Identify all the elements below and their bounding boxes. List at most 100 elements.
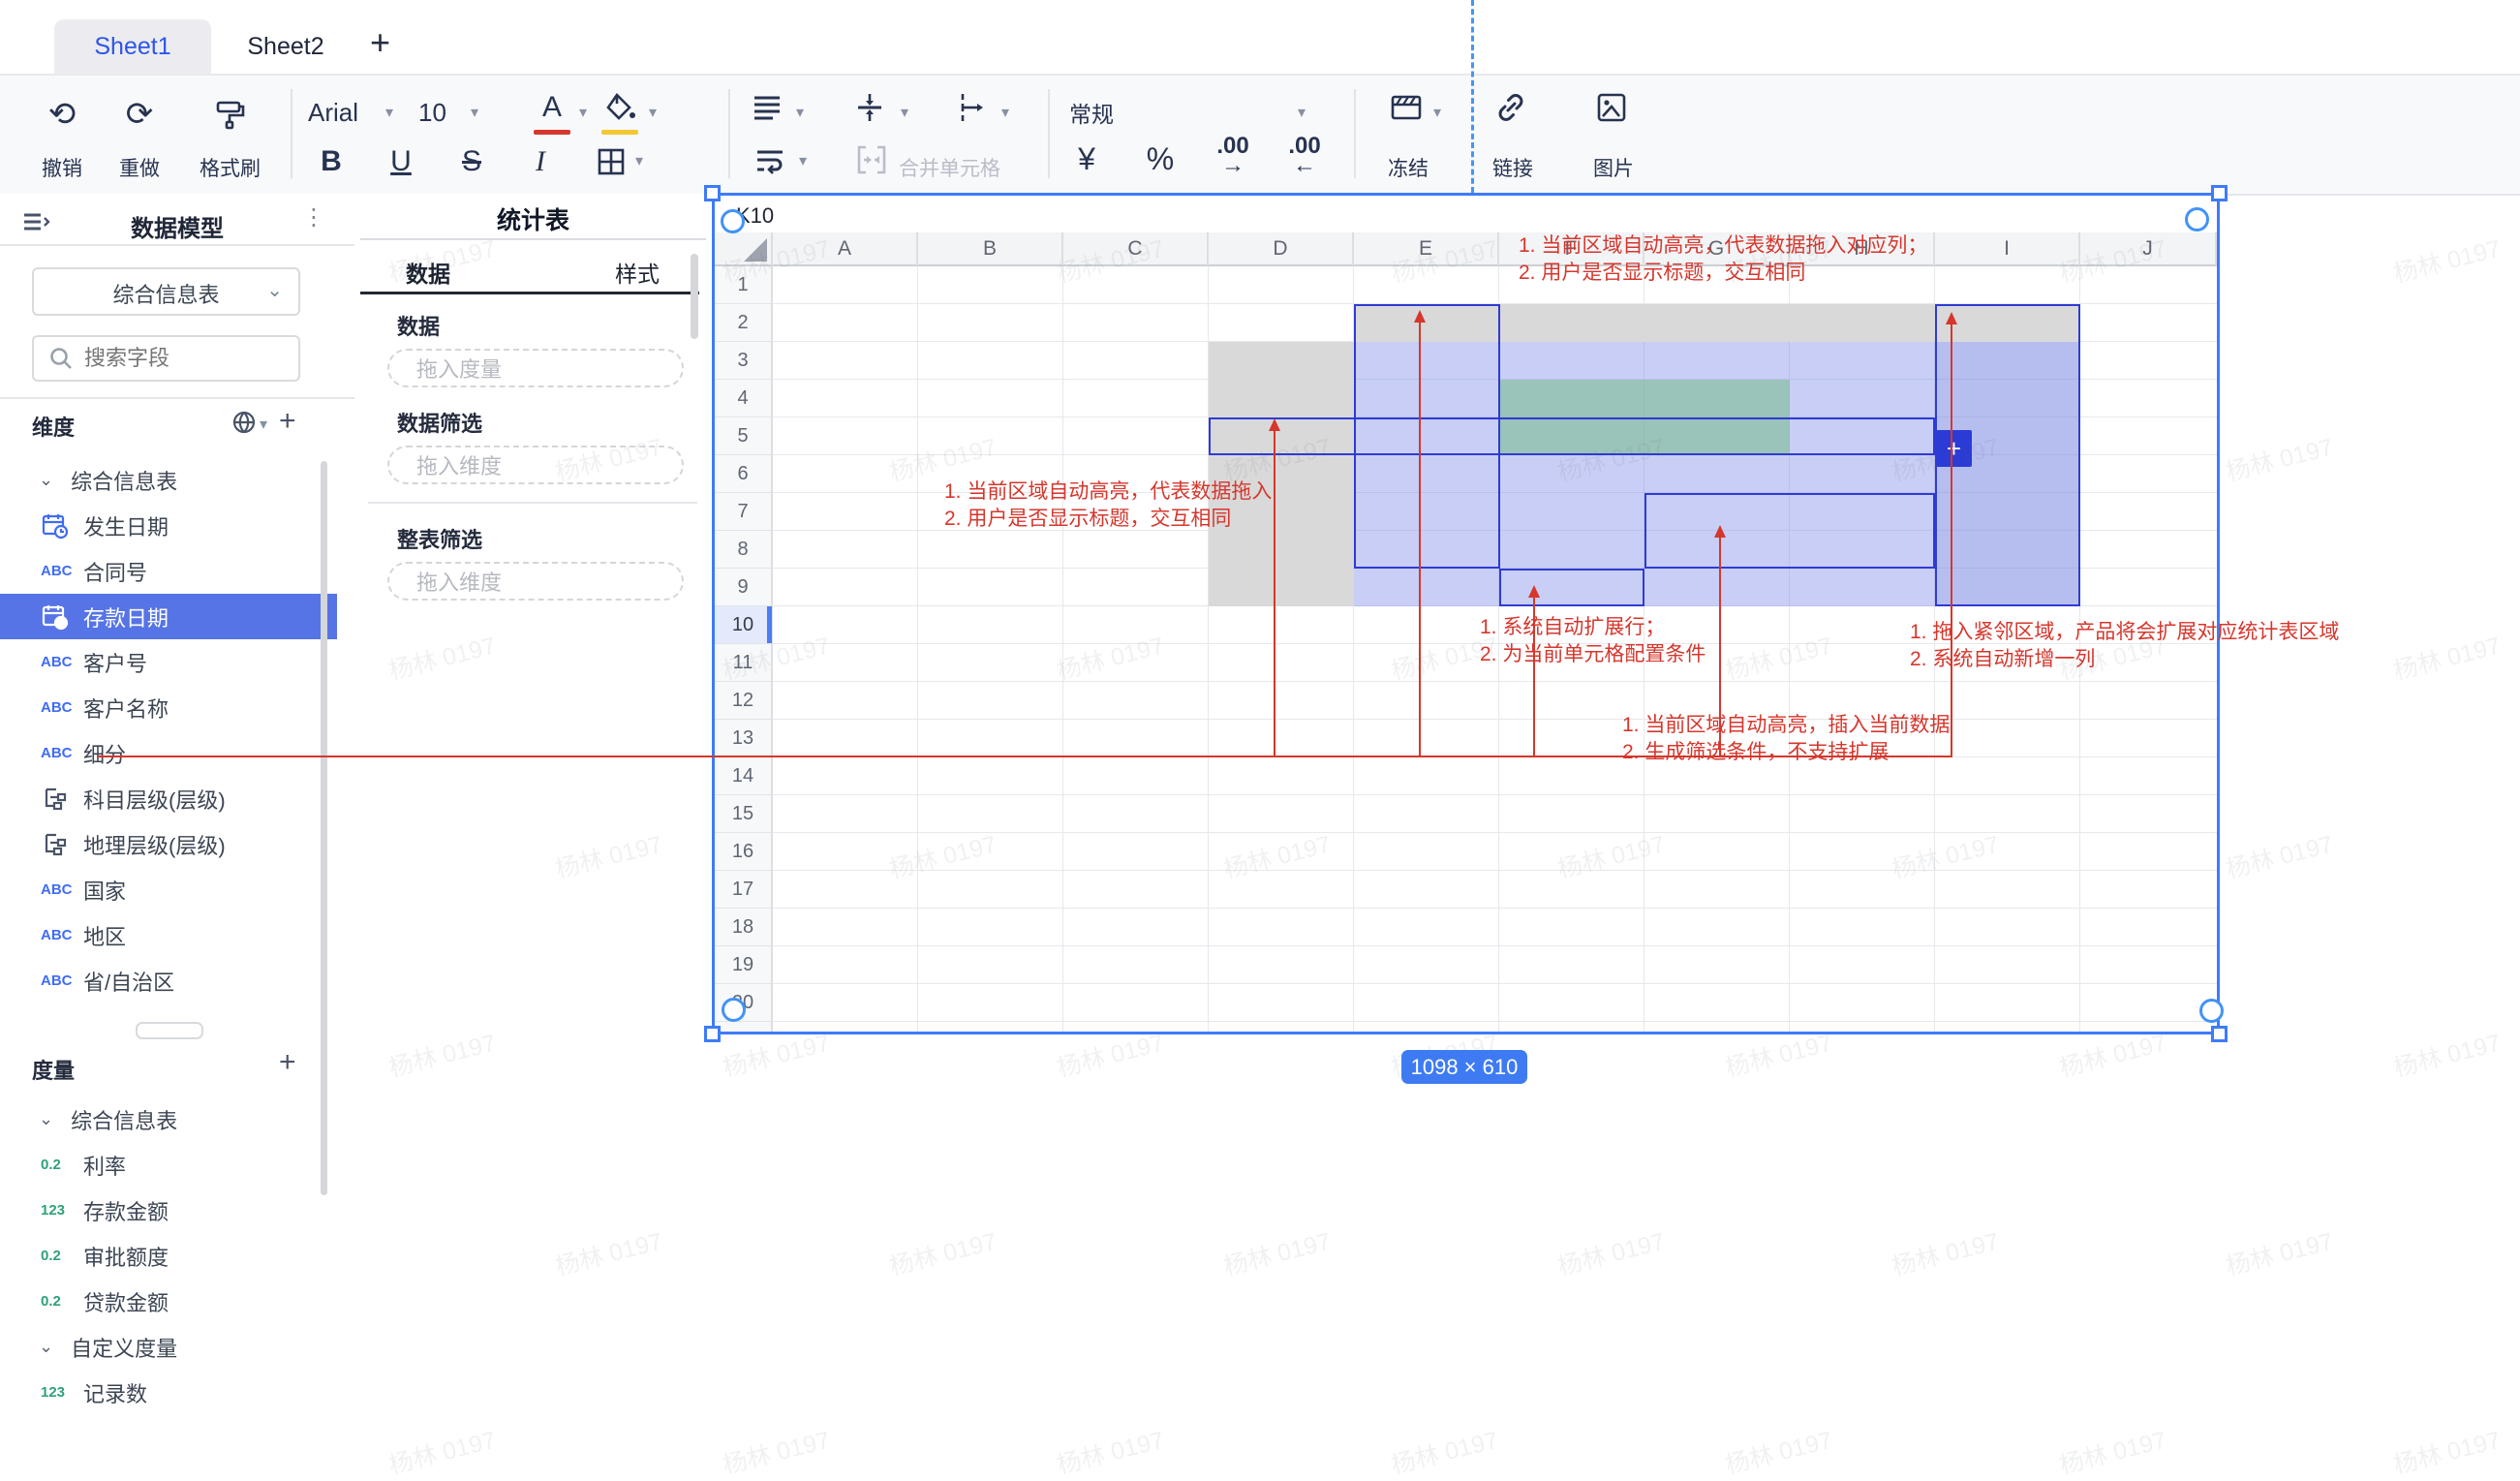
font-size-select[interactable]: 10 [418,93,446,132]
strikethrough-button[interactable]: S [454,141,489,182]
horizontal-align-chevron-icon[interactable]: ▾ [796,103,804,122]
row-header-5[interactable]: 5 [715,417,773,455]
row-header-21[interactable]: 21 [715,1022,773,1032]
row-header-17[interactable]: 17 [715,871,773,909]
tab-data[interactable]: 数据 [399,256,457,289]
italic-button[interactable]: I [523,141,558,182]
horizontal-align-icon[interactable] [746,87,788,128]
row-header-13[interactable]: 13 [715,720,773,757]
drop-tablefilter-zone[interactable]: 拖入维度 [387,562,684,601]
column-header-G[interactable]: G [1644,232,1790,266]
dimension-item-科目层级(层级)[interactable]: 科目层级(层级) [0,776,337,821]
tab-style[interactable]: 样式 [608,256,666,289]
measure-item-贷款金额[interactable]: 0.2贷款金额 [0,1279,337,1324]
row-header-1[interactable]: 1 [715,266,773,304]
font-family-chevron-icon[interactable]: ▾ [385,103,393,122]
text-direction-chevron-icon[interactable]: ▾ [1001,103,1009,122]
add-dimension-button[interactable]: + [279,405,296,438]
borders-icon[interactable] [591,141,631,182]
sidebar-scrollbar[interactable] [321,461,327,1195]
currency-button[interactable]: ¥ [1067,138,1106,180]
measure-item-审批额度[interactable]: 0.2审批额度 [0,1233,337,1279]
font-family-select[interactable]: Arial [308,93,358,132]
redo-icon[interactable]: ⟳ [116,93,163,136]
text-color-chevron-icon[interactable]: ▾ [579,103,587,122]
add-measure-button[interactable]: + [279,1046,296,1079]
dimension-item-国家[interactable]: ABC国家 [0,867,337,912]
row-header-2[interactable]: 2 [715,304,773,342]
group-综合信息表[interactable]: ⌄综合信息表 [0,1096,337,1142]
row-header-4[interactable]: 4 [715,380,773,417]
row-header-18[interactable]: 18 [715,909,773,946]
image-icon[interactable] [1590,87,1633,128]
link-icon[interactable] [1490,87,1532,128]
drop-measure-zone[interactable]: 拖入度量 [387,349,684,387]
column-header-B[interactable]: B [918,232,1063,266]
measure-item-存款金额[interactable]: 123存款金额 [0,1188,337,1233]
dimension-item-地区[interactable]: ABC地区 [0,912,337,958]
row-header-10[interactable]: 10 [715,606,773,644]
freeze-icon[interactable] [1385,87,1428,128]
resize-handle-top-right[interactable] [2211,185,2228,201]
dimension-item-客户号[interactable]: ABC客户号 [0,639,337,685]
row-header-6[interactable]: 6 [715,455,773,493]
column-header-H[interactable]: H [1790,232,1935,266]
text-color-button[interactable]: A [535,87,569,128]
dimension-item-存款日期[interactable]: 存款日期 [0,594,337,639]
fill-color-chevron-icon[interactable]: ▾ [649,103,657,122]
dimension-item-合同号[interactable]: ABC合同号 [0,548,337,594]
rotate-handle-top-right[interactable] [2185,207,2209,231]
spreadsheet-canvas[interactable]: K10 ABCDEFGHIJ 1234567891011121314151617… [712,193,2220,1034]
vertical-align-icon[interactable] [848,87,891,128]
freeze-chevron-icon[interactable]: ▾ [1433,103,1441,122]
column-header-F[interactable]: F [1499,232,1644,266]
sidebar-menu-icon[interactable]: ⋮ [302,203,326,231]
text-direction-icon[interactable] [949,87,992,128]
add-column-button[interactable]: + [1936,430,1972,467]
merge-cells-icon[interactable] [850,139,893,180]
select-all-corner[interactable] [715,232,773,266]
borders-chevron-icon[interactable]: ▾ [635,151,643,170]
resize-handle-bottom-left[interactable] [704,1026,721,1042]
rotate-handle-bottom-right[interactable] [2199,999,2224,1023]
column-header-A[interactable]: A [773,232,918,266]
column-header-J[interactable]: J [2080,232,2217,266]
row-header-15[interactable]: 15 [715,795,773,833]
rotate-handle-top-left[interactable] [721,209,745,233]
section-resize-handle[interactable] [136,1022,203,1039]
row-header-8[interactable]: 8 [715,531,773,569]
group-综合信息表[interactable]: ⌄综合信息表 [0,457,337,503]
bold-button[interactable]: B [314,141,349,182]
column-header-I[interactable]: I [1935,232,2080,266]
measure-item-利率[interactable]: 0.2利率 [0,1142,337,1188]
resize-handle-top-left[interactable] [704,185,721,201]
font-size-chevron-icon[interactable]: ▾ [471,103,478,122]
measure-item-记录数[interactable]: 123记录数 [0,1370,337,1415]
rotate-handle-bottom-left[interactable] [722,998,746,1022]
row-header-7[interactable]: 7 [715,493,773,531]
percent-button[interactable]: % [1141,138,1180,180]
underline-button[interactable]: U [384,141,418,182]
drop-dimension-zone[interactable]: 拖入维度 [387,446,684,484]
wrap-text-icon[interactable] [749,139,791,180]
row-header-9[interactable]: 9 [715,569,773,606]
column-header-C[interactable]: C [1063,232,1209,266]
row-header-11[interactable]: 11 [715,644,773,682]
row-header-14[interactable]: 14 [715,757,773,795]
dimension-item-地理层级(层级)[interactable]: 地理层级(层级) [0,821,337,867]
row-header-19[interactable]: 19 [715,946,773,984]
column-header-E[interactable]: E [1354,232,1499,266]
geo-role-icon[interactable] [230,409,258,436]
number-format-chevron-icon[interactable]: ▾ [1298,103,1306,122]
tab-sheet2[interactable]: Sheet2 [232,19,339,74]
resize-handle-bottom-right[interactable] [2211,1026,2228,1042]
wrap-text-chevron-icon[interactable]: ▾ [799,151,807,170]
vertical-align-chevron-icon[interactable]: ▾ [901,103,908,122]
undo-icon[interactable]: ⟲ [39,93,85,136]
group-自定义度量[interactable]: ⌄自定义度量 [0,1324,337,1370]
search-field-box[interactable] [32,335,300,382]
dimension-item-省/自治区[interactable]: ABC省/自治区 [0,958,337,1003]
number-format-select[interactable]: 常规 [1069,93,1114,132]
dimension-item-发生日期[interactable]: 发生日期 [0,503,337,548]
fill-color-icon[interactable] [600,87,641,128]
